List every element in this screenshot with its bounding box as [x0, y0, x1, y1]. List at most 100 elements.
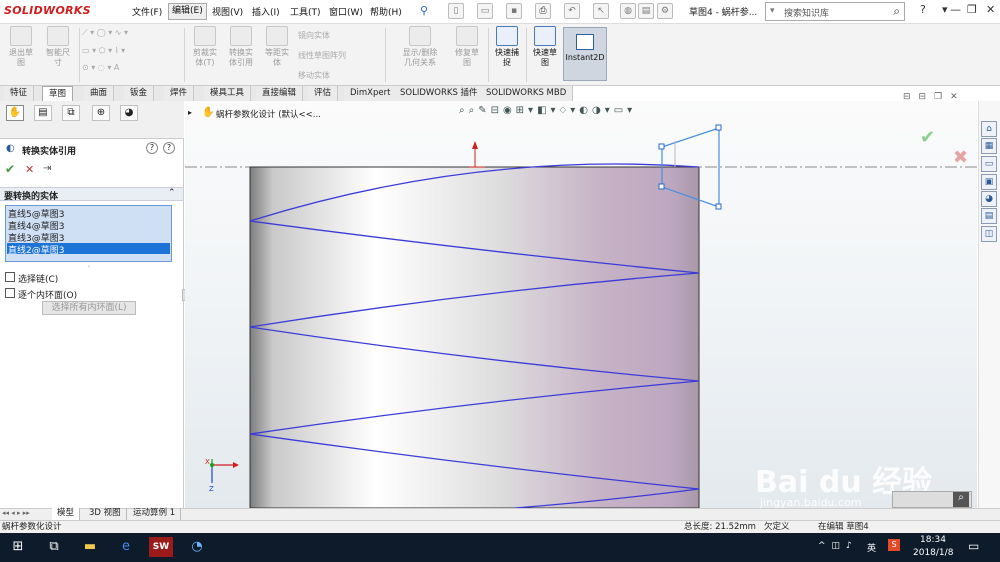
tab-model[interactable]: 模型	[52, 508, 81, 520]
menu-view[interactable]: 视图(V)	[212, 5, 243, 18]
section-header[interactable]: 要转换的实体 ⌃	[0, 187, 183, 202]
menu-tools[interactable]: 工具(T)	[290, 5, 321, 18]
search-box[interactable]: ▾ 搜索知识库 ⌕	[765, 2, 905, 21]
browser-icon[interactable]: ◔	[185, 537, 209, 557]
exit-sketch-button[interactable]: 退出草 图	[4, 26, 38, 68]
viewport-controls[interactable]: ⊟⊟❐✕	[903, 92, 966, 102]
tab-scroll-arrows[interactable]: ◂◂ ◂ ▸ ▸▸	[2, 509, 30, 517]
title-bar: SOLIDWORKS 文件(F) 编辑(E) 视图(V) 插入(I) 工具(T)…	[0, 0, 1000, 24]
menu-insert[interactable]: 插入(I)	[252, 5, 280, 18]
convert-entities-button[interactable]: 转换实 体引用	[224, 26, 258, 68]
featuremanager-tab[interactable]: ✋	[6, 105, 24, 121]
feature-tree-breadcrumb[interactable]: 蜗杆参数化设计 (默认<<...	[216, 108, 321, 120]
minimize-icon[interactable]: —	[950, 3, 961, 16]
new-icon[interactable]: ▯	[448, 3, 464, 19]
menu-help[interactable]: 帮助(H)	[370, 5, 402, 18]
list-item-selected[interactable]: 直线2@草图3	[7, 243, 170, 256]
sketch-entity-tools[interactable]: ⟋ ▾ ◯ ▾ ∿ ▾ ▭ ▾ ⬠ ▾ ⌇ ▾ ⊙ ▾ ◌ ▾ A	[82, 28, 182, 80]
file-props-icon[interactable]: ▤	[638, 3, 654, 19]
tab-surfaces[interactable]: 曲面	[84, 86, 115, 101]
move-entities-button[interactable]: 移动实体	[298, 70, 330, 81]
view-palette-icon[interactable]: ▣	[981, 174, 997, 190]
select-icon[interactable]: ↖	[593, 3, 609, 19]
home-icon[interactable]: ⌂	[981, 121, 997, 137]
inner-loops-checkbox[interactable]	[5, 288, 15, 298]
pin-icon[interactable]: ⇥	[43, 163, 51, 174]
options-icon[interactable]: ⚙	[657, 3, 673, 19]
menu-file[interactable]: 文件(F)	[132, 5, 162, 18]
input-method-icon[interactable]: S	[888, 539, 900, 551]
tab-3d-views[interactable]: 3D 视图	[84, 508, 127, 520]
tab-evaluate[interactable]: 评估	[308, 86, 339, 101]
tab-sketch[interactable]: 草图	[42, 86, 74, 101]
design-library-icon[interactable]: ▦	[981, 138, 997, 154]
ok-button[interactable]: ✔	[5, 162, 15, 176]
tab-mbd[interactable]: SOLIDWORKS MBD	[480, 86, 574, 101]
quick-snaps-button[interactable]: 快速捕 捉	[490, 26, 524, 68]
menu-window[interactable]: 窗口(W)	[329, 5, 363, 18]
configuration-tab[interactable]: ⧉	[62, 105, 80, 121]
user-icon[interactable]: ▾	[942, 3, 948, 16]
solidworks-taskbar-icon[interactable]: SW	[149, 537, 173, 557]
task-view-icon[interactable]: ⧉	[42, 537, 66, 557]
tab-weldments[interactable]: 焊件	[164, 86, 195, 101]
select-chain-checkbox[interactable]	[5, 272, 15, 282]
appearances-icon[interactable]: ◕	[981, 191, 997, 207]
mirror-entities-button[interactable]: 镜向实体	[298, 30, 330, 41]
search-input[interactable]: 搜索知识库	[784, 6, 829, 19]
help-icon[interactable]: ?	[920, 3, 926, 16]
print-icon[interactable]: ⎙	[535, 3, 551, 19]
menu-edit[interactable]: 编辑(E)	[168, 3, 207, 20]
select-all-loops-button[interactable]: 选择所有内环面(L)	[42, 301, 136, 315]
tab-sheet-metal[interactable]: 钣金	[124, 86, 155, 101]
resize-handle[interactable]: ◦	[87, 263, 91, 271]
edge-icon[interactable]: e	[114, 537, 138, 557]
tab-motion-study[interactable]: 运动算例 1	[128, 508, 182, 520]
heads-up-toolbar[interactable]: ⌕⌕✎⊟◉⊞▾◧▾⬦▾◐◑▾▭▾	[459, 105, 636, 116]
repair-sketch-button[interactable]: 修复草 图	[450, 26, 484, 68]
smart-dimension-button[interactable]: 智能尺 寸	[40, 26, 76, 68]
expand-tree-icon[interactable]: ▸	[188, 108, 192, 117]
display-relations-button[interactable]: 显示/删除 几何关系	[392, 26, 448, 68]
custom-properties-icon[interactable]: ▤	[981, 208, 997, 224]
notifications-icon[interactable]: ▭	[968, 539, 979, 553]
tab-addins[interactable]: SOLIDWORKS 插件	[394, 86, 485, 101]
propertymanager-tab[interactable]: ▤	[34, 105, 52, 121]
tab-features[interactable]: 特征	[4, 86, 35, 101]
info-icon[interactable]: ?	[163, 142, 175, 154]
tab-mold-tools[interactable]: 模具工具	[204, 86, 252, 101]
forum-icon[interactable]: ◫	[981, 226, 997, 242]
help-icon[interactable]: ?	[146, 142, 158, 154]
trim-entities-button[interactable]: 剪裁实 体(T)	[188, 26, 222, 68]
undo-icon[interactable]: ↶	[564, 3, 580, 19]
search-icon[interactable]: ⌕	[893, 4, 900, 19]
instant2d-button[interactable]: Instant2D	[563, 27, 607, 81]
convert-entities-icon: ◐	[6, 143, 15, 154]
file-explorer-icon[interactable]: ▬	[78, 537, 102, 557]
close-icon[interactable]: ✕	[986, 3, 995, 16]
tray-icons[interactable]: ^◫♪	[818, 541, 858, 551]
cancel-button[interactable]: ✕	[25, 163, 34, 176]
confirm-corner-cancel-icon[interactable]: ✖	[953, 147, 968, 168]
search-mini[interactable]: ⌕	[892, 491, 972, 508]
dimxpert-tab[interactable]: ⊕	[92, 105, 110, 121]
linear-pattern-button[interactable]: 线性草图阵列	[298, 50, 346, 61]
start-icon[interactable]: ⊞	[6, 537, 30, 557]
rapid-sketch-button[interactable]: 快速草 图	[528, 26, 562, 68]
save-icon[interactable]: ▪	[506, 3, 522, 19]
entities-list[interactable]: 直线5@草图3 直线4@草图3 直线3@草图3 直线2@草图3	[5, 205, 172, 262]
offset-entities-button[interactable]: 等距实 体	[260, 26, 294, 68]
ime-language[interactable]: 英	[867, 541, 876, 554]
graphics-area[interactable]: ▸ ✋ 蜗杆参数化设计 (默认<<... ⌕⌕✎⊟◉⊞▾◧▾⬦▾◐◑▾▭▾ ⊟⊟…	[185, 92, 977, 509]
open-icon[interactable]: ▭	[477, 3, 493, 19]
tab-dimxpert[interactable]: DimXpert	[344, 86, 398, 101]
pin-icon[interactable]: ⚲	[420, 4, 428, 17]
confirm-corner-accept-icon[interactable]: ✔	[920, 127, 935, 148]
file-explorer-icon[interactable]: ▭	[981, 156, 997, 172]
command-manager: 退出草 图 智能尺 寸 ⟋ ▾ ◯ ▾ ∿ ▾ ▭ ▾ ⬠ ▾ ⌇ ▾ ⊙ ▾ …	[0, 24, 1000, 86]
rebuild-icon[interactable]: ◍	[620, 3, 636, 19]
clock-time: 18:34	[920, 535, 946, 545]
display-tab[interactable]: ◕	[120, 105, 138, 121]
restore-icon[interactable]: ❐	[967, 3, 977, 16]
tab-direct-editing[interactable]: 直接编辑	[256, 86, 304, 101]
